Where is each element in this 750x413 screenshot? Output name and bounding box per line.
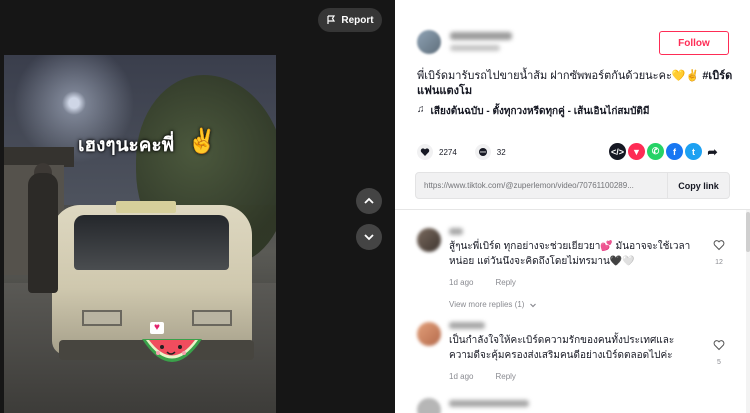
- commenter-name-blurred[interactable]: [449, 400, 529, 407]
- link-box: https://www.tiktok.com/@zuperlemon/video…: [415, 172, 730, 199]
- caption-text: พี่เบิร์ดมารับรถไปขายน้ำส้ม ฝากซัพพอร์ตก…: [417, 70, 700, 82]
- like-button[interactable]: [417, 144, 433, 160]
- comment-like-button[interactable]: 12: [709, 238, 729, 266]
- comment-icon: [478, 148, 487, 156]
- follow-button[interactable]: Follow: [659, 31, 729, 55]
- music-note-icon: ♫: [417, 104, 425, 115]
- chevron-up-icon: [364, 197, 374, 204]
- like-count: 2274: [439, 147, 457, 157]
- video-scene-person: [28, 173, 58, 293]
- commenter-name-blurred[interactable]: [449, 322, 485, 329]
- video-scene-taxi-sign: [116, 201, 176, 213]
- facebook-icon[interactable]: f: [666, 143, 683, 160]
- comment-item: [417, 398, 737, 413]
- comment-time: 1d ago: [449, 372, 474, 381]
- divider: [395, 209, 750, 210]
- reply-button[interactable]: Reply: [495, 278, 515, 287]
- author-handle-blurred: [450, 45, 500, 51]
- comment-button[interactable]: [474, 144, 491, 160]
- comment-like-count: 12: [715, 259, 723, 266]
- whatsapp-icon[interactable]: ✆: [647, 143, 664, 160]
- comment-item: เป็นกำลังใจให้คะเบิร์ดความรักของคนทั้งปร…: [417, 322, 737, 392]
- scrollbar-thumb[interactable]: [746, 212, 750, 252]
- commenter-avatar[interactable]: [417, 228, 441, 252]
- video-player[interactable]: เฮงๆนะคะพี่ ✌ ♥ Report: [0, 0, 395, 413]
- share-arrow-icon[interactable]: ➦: [704, 143, 721, 160]
- comment-like-count: 5: [717, 359, 721, 366]
- comment-count: 32: [496, 147, 506, 157]
- report-button[interactable]: Report: [318, 8, 382, 32]
- post-caption: พี่เบิร์ดมารับรถไปขายน้ำส้ม ฝากซัพพอร์ตก…: [417, 69, 737, 99]
- chevron-down-icon: [364, 234, 374, 241]
- view-more-replies-label: View more replies (1): [449, 300, 525, 309]
- share-buttons: </> ▼ ✆ f t ➦: [609, 143, 721, 160]
- music-link[interactable]: ♫ เสียงต้นฉบับ - ตั้งทุกวงหรีดทุกคู่ - เ…: [417, 104, 650, 119]
- watermelon-sticker-icon: [142, 339, 202, 362]
- report-label: Report: [341, 14, 374, 26]
- embed-icon[interactable]: </>: [609, 143, 626, 160]
- comment-text: เป็นกำลังใจให้คะเบิร์ดความรักของคนทั้งปร…: [449, 335, 675, 361]
- next-video-button[interactable]: [356, 224, 382, 250]
- view-more-replies-button[interactable]: View more replies (1): [449, 300, 537, 309]
- reply-button[interactable]: Reply: [495, 372, 515, 381]
- heart-icon: [420, 148, 430, 156]
- comment-text: สู้ๆนะพี่เบิร์ด ทุกอย่างจะช่วยเยียวยา💕 ม…: [449, 241, 691, 267]
- twitter-icon[interactable]: t: [685, 143, 702, 160]
- victory-hand-icon: ✌: [187, 128, 217, 155]
- commenter-avatar[interactable]: [417, 398, 441, 413]
- comment-meta: 1d ago Reply: [449, 278, 516, 287]
- heart-outline-icon: [713, 340, 725, 351]
- video-scene-headlight-left: [82, 310, 122, 326]
- comment-item: สู้ๆนะพี่เบิร์ด ทุกอย่างจะช่วยเยียวยา💕 ม…: [417, 228, 737, 298]
- video-scene-headlight-right: [192, 310, 232, 326]
- video-scene-windshield: [74, 215, 229, 270]
- copy-link-button[interactable]: Copy link: [667, 173, 729, 198]
- chevron-down-icon: [530, 303, 537, 307]
- author-avatar[interactable]: [417, 30, 441, 54]
- commenter-name-blurred[interactable]: [449, 228, 463, 235]
- engagement-stats: 2274 32: [417, 144, 524, 160]
- flag-icon: [327, 15, 336, 24]
- send-to-friends-icon[interactable]: ▼: [628, 143, 645, 160]
- previous-video-button[interactable]: [356, 188, 382, 214]
- music-title: เสียงต้นฉบับ - ตั้งทุกวงหรีดทุกคู่ - เส้…: [430, 106, 650, 117]
- comment-like-button[interactable]: 5: [709, 338, 729, 366]
- author-name-blurred[interactable]: [450, 32, 512, 40]
- heart-outline-icon: [713, 240, 725, 251]
- comment-time: 1d ago: [449, 278, 474, 287]
- comment-meta: 1d ago Reply: [449, 372, 516, 381]
- video-overlay-text: เฮงๆนะคะพี่: [78, 135, 175, 156]
- video-url[interactable]: https://www.tiktok.com/@zuperlemon/video…: [416, 181, 667, 190]
- details-panel: Follow พี่เบิร์ดมารับรถไปขายน้ำส้ม ฝากซั…: [395, 0, 750, 413]
- commenter-avatar[interactable]: [417, 322, 441, 346]
